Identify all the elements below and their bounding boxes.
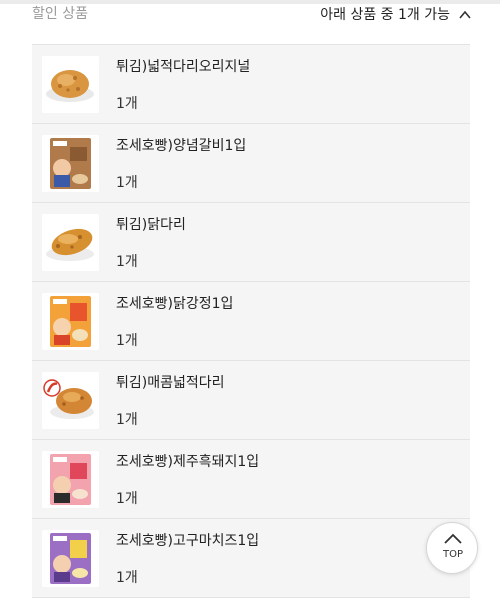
product-quantity: 1개 [116, 570, 138, 586]
selection-toggle[interactable]: 아래 상품 중 1개 가능 [320, 4, 472, 24]
product-image-bread-package [42, 135, 99, 192]
product-quantity: 1개 [116, 254, 138, 270]
product-quantity: 1개 [116, 491, 138, 507]
product-quantity: 1개 [116, 412, 138, 428]
product-image-bread-package [42, 451, 99, 508]
product-image-fried-chicken [42, 56, 99, 113]
scroll-to-top-button[interactable]: TOP [426, 522, 478, 574]
chevron-up-icon [444, 533, 462, 544]
product-image-bread-package [42, 530, 99, 587]
product-name: 조세호빵)제주흑돼지1입 [116, 454, 260, 470]
product-quantity: 1개 [116, 96, 138, 112]
list-item[interactable]: 튀김)닭다리 1개 [32, 203, 470, 282]
product-image-bread-package [42, 293, 99, 350]
product-name: 튀김)닭다리 [116, 217, 186, 233]
list-item[interactable]: 조세호빵)제주흑돼지1입 1개 [32, 440, 470, 519]
selection-label: 아래 상품 중 1개 가능 [320, 7, 450, 23]
discount-header: 할인 상품 아래 상품 중 1개 가능 [0, 0, 500, 28]
product-name: 조세호빵)양념갈비1입 [116, 138, 247, 154]
product-quantity: 1개 [116, 333, 138, 349]
chevron-up-icon [458, 7, 472, 21]
list-item[interactable]: 튀김)매콤넓적다리 1개 [32, 361, 470, 440]
product-name: 튀김)매콤넓적다리 [116, 375, 225, 391]
product-name: 조세호빵)고구마치즈1입 [116, 533, 260, 549]
product-quantity: 1개 [116, 175, 138, 191]
section-title: 할인 상품 [32, 6, 88, 22]
top-button-label: TOP [442, 549, 463, 560]
discount-product-list: 튀김)넓적다리오리지널 1개 조세호빵)양념갈비1입 1개 튀김)닭다리 1개 … [32, 44, 470, 598]
product-image-fried-chicken [42, 214, 99, 271]
list-item[interactable]: 조세호빵)양념갈비1입 1개 [32, 124, 470, 203]
product-name: 조세호빵)닭강정1입 [116, 296, 234, 312]
product-image-spicy-fried-chicken [42, 372, 99, 429]
list-item[interactable]: 조세호빵)닭강정1입 1개 [32, 282, 470, 361]
list-item[interactable]: 조세호빵)고구마치즈1입 1개 [32, 519, 470, 598]
list-item[interactable]: 튀김)넓적다리오리지널 1개 [32, 45, 470, 124]
product-name: 튀김)넓적다리오리지널 [116, 59, 251, 75]
